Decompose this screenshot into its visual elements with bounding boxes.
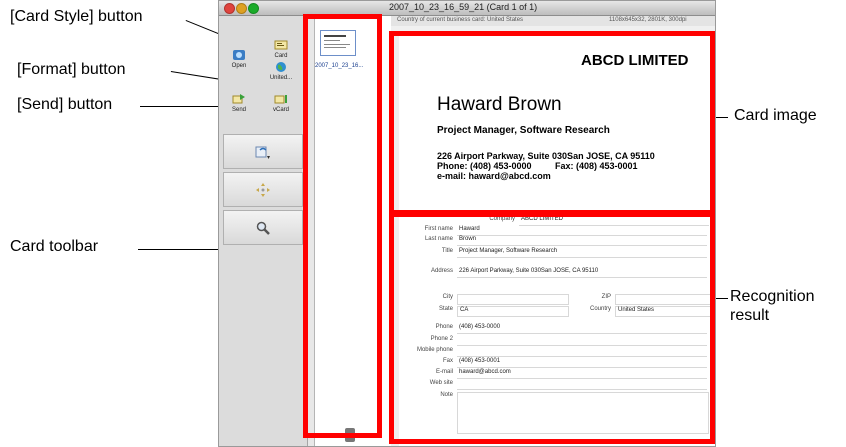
move-button[interactable] bbox=[223, 172, 303, 207]
card-style-icon bbox=[274, 40, 288, 50]
rotate-button[interactable] bbox=[223, 134, 303, 169]
close-window-button[interactable] bbox=[224, 3, 235, 14]
open-button[interactable]: Open bbox=[219, 46, 259, 82]
format-button[interactable]: United... bbox=[261, 58, 301, 94]
callout-recognition-line1: Recognition bbox=[730, 288, 815, 305]
callout-format-button: [Format] button bbox=[17, 61, 126, 78]
window-title: 2007_10_23_16_59_21 (Card 1 of 1) bbox=[389, 2, 538, 12]
format-label: United... bbox=[269, 75, 293, 81]
send-icon bbox=[232, 94, 245, 104]
open-label: Open bbox=[231, 63, 247, 69]
card-toolbar: Open Card United... Send vCard bbox=[219, 16, 308, 446]
image-info: 1108x645x32, 2801K, 300dpi bbox=[609, 17, 687, 23]
send-button[interactable]: Send bbox=[219, 90, 259, 126]
minimize-window-button[interactable] bbox=[236, 3, 247, 14]
callout-card-toolbar: Card toolbar bbox=[10, 238, 99, 255]
highlight-card-toolbar bbox=[303, 14, 382, 438]
leader-line-send bbox=[140, 106, 230, 107]
callout-card-style-button: [Card Style] button bbox=[10, 8, 143, 25]
rotate-icon bbox=[255, 146, 270, 159]
move-icon bbox=[256, 182, 270, 197]
open-icon bbox=[233, 50, 245, 60]
callout-send-button: [Send] button bbox=[17, 96, 113, 113]
title-bar: 2007_10_23_16_59_21 (Card 1 of 1) bbox=[219, 1, 715, 16]
vcard-label: vCard bbox=[272, 107, 289, 113]
zoom-icon bbox=[256, 221, 270, 235]
highlight-card-image bbox=[389, 31, 715, 215]
send-label: Send bbox=[231, 107, 246, 113]
vcard-button[interactable]: vCard bbox=[261, 90, 301, 126]
callout-card-image: Card image bbox=[734, 107, 817, 124]
zoom-window-button[interactable] bbox=[248, 3, 259, 14]
callout-recognition-line2: result bbox=[730, 307, 770, 324]
highlight-recognition-result bbox=[389, 212, 715, 444]
vcard-icon bbox=[274, 95, 287, 104]
zoom-button[interactable] bbox=[223, 210, 303, 245]
globe-icon bbox=[276, 62, 286, 72]
info-bar: Country of current business card: United… bbox=[391, 16, 715, 26]
country-info: Country of current business card: United… bbox=[397, 17, 524, 23]
